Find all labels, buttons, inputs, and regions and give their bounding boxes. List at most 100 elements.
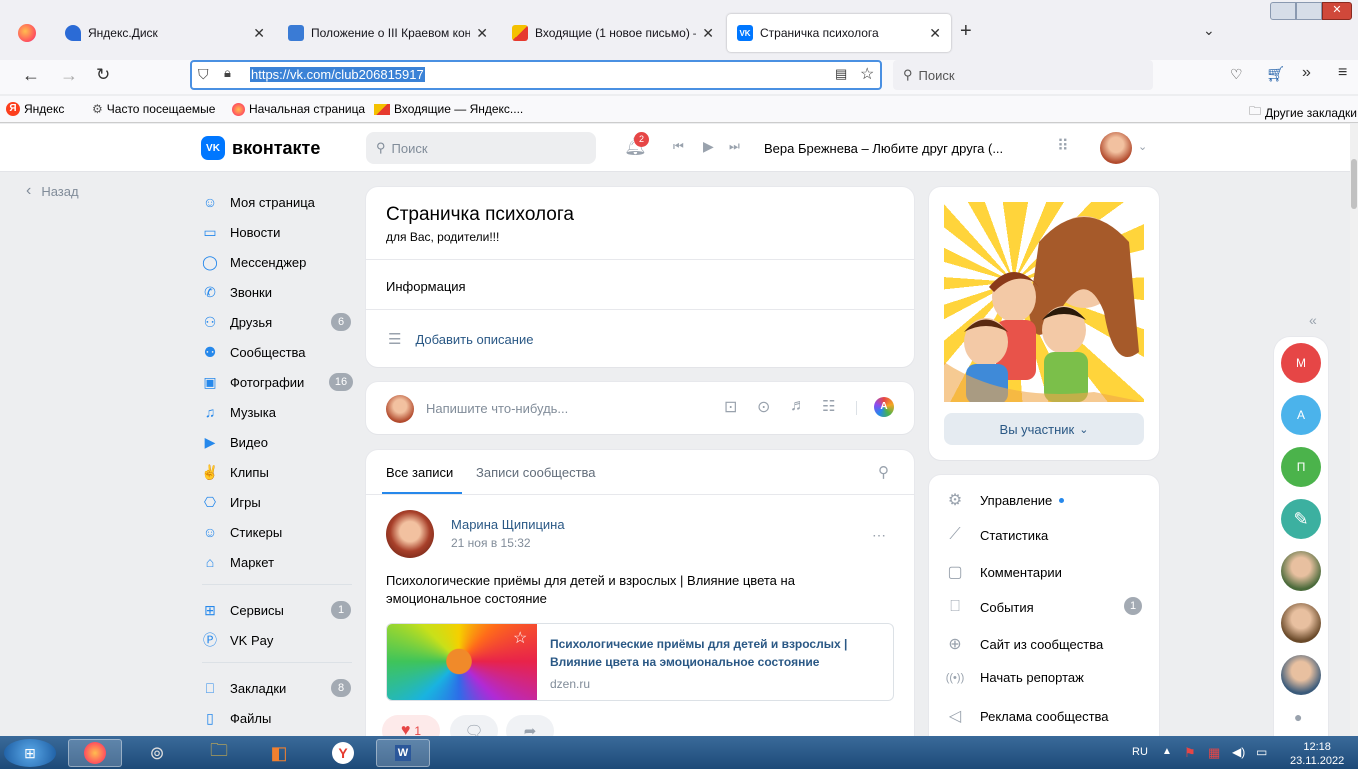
shield-icon[interactable]: ⛉ [198, 66, 209, 83]
music-icon[interactable]: ♬ [790, 397, 806, 415]
post-author-avatar[interactable] [386, 510, 434, 558]
sidebar-item-games[interactable]: ⎔ Игры [202, 490, 261, 514]
prev-track-icon[interactable]: ⏮ [673, 139, 684, 154]
taskbar-media[interactable]: ⊚ [130, 739, 184, 767]
player-track-title[interactable]: Вера Брежнева – Любите друг друга (... [764, 141, 1003, 156]
chat-bubble-m[interactable]: М [1281, 343, 1321, 383]
reload-icon[interactable]: ↻ [96, 65, 110, 85]
cart-icon[interactable]: 🛒︎ [1266, 65, 1285, 83]
url-bar[interactable]: ⛉ 🔒︎ https://vk.com/club206815917 ▤ ☆ [190, 60, 882, 90]
taskbar-yandex[interactable]: Y [316, 739, 370, 767]
lock-icon[interactable]: 🔒︎ [224, 65, 231, 81]
taskbar-player[interactable]: ◧ [252, 739, 306, 767]
sidebar-item-communities[interactable]: ⚉ Сообщества [202, 340, 306, 364]
link-title[interactable]: Психологические приёмы для детей и взрос… [550, 635, 880, 671]
new-tab-button[interactable]: + [960, 20, 972, 43]
sidebar-item-stickers[interactable]: ☺ Стикеры [202, 520, 282, 544]
taskbar-firefox[interactable] [68, 739, 122, 767]
tray-display-icon[interactable]: ▭ [1256, 745, 1267, 759]
tab-yandex-disk[interactable]: Яндекс.Диск ✕ [55, 14, 275, 52]
bookmark-other[interactable]: 🗀 Другие закладки [1249, 102, 1357, 123]
back-link[interactable]: ‹ Назад [26, 182, 79, 200]
bookmark-mail[interactable]: Входящие — Яндекс.... [374, 102, 523, 116]
sidebar-item-market[interactable]: ⌂ Маркет [202, 550, 274, 574]
sidebar-item-services[interactable]: ⊞ Сервисы [202, 598, 284, 622]
taskbar-explorer[interactable]: 🗀 [192, 739, 246, 767]
next-track-icon[interactable]: ⏭ [729, 139, 740, 154]
post-date[interactable]: 21 ноя в 15:32 [451, 536, 531, 550]
video-icon[interactable]: ⊙ [757, 397, 770, 417]
back-arrow-icon[interactable]: ← [22, 65, 40, 86]
chat-bubble-icon[interactable]: ✎ [1281, 499, 1321, 539]
star-icon[interactable]: ☆ [860, 64, 874, 84]
tab-vk-psychologist[interactable]: VK Страничка психолога ✕ [727, 14, 951, 52]
overflow-chevron-icon[interactable]: » [1302, 64, 1311, 82]
language-indicator[interactable]: RU [1132, 746, 1148, 758]
composer-input[interactable]: Напишите что-нибудь... [426, 401, 568, 416]
firefox-menu-icon[interactable] [18, 24, 36, 42]
forward-arrow-icon[interactable]: → [60, 65, 78, 86]
more-options-icon[interactable]: ⋯ [872, 527, 887, 544]
article-icon[interactable]: ☷ [822, 397, 835, 415]
scrollbar-thumb[interactable] [1351, 159, 1357, 209]
tray-network-icon[interactable]: ▦ [1208, 745, 1220, 761]
tray-flag-icon[interactable]: ⚑ [1184, 745, 1196, 761]
menu-item-manage[interactable]: ⚙ Управление [944, 490, 1065, 510]
sidebar-item-vkpay[interactable]: Ⓟ VK Pay [202, 628, 273, 652]
sidebar-item-news[interactable]: ▭ Новости [202, 220, 280, 244]
menu-item-broadcast[interactable]: ((•)) Начать репортаж [944, 670, 1084, 685]
menu-item-comments[interactable]: ▢ Комментарии [944, 562, 1061, 582]
start-button[interactable]: ⊞ [4, 739, 56, 767]
search-field[interactable]: ⚲ Поиск [893, 60, 1153, 90]
vk-logo[interactable]: VK вконтакте [201, 136, 320, 160]
reader-icon[interactable]: ▤ [835, 66, 847, 82]
apps-grid-icon[interactable]: ⠿ [1057, 136, 1069, 156]
sidebar-item-photos[interactable]: ▣ Фотографии [202, 370, 304, 394]
search-icon[interactable]: ⚲ [878, 463, 889, 481]
chevron-down-icon[interactable]: ⌄ [1138, 140, 1147, 153]
tray-arrow-icon[interactable]: ▲ [1162, 746, 1172, 757]
play-icon[interactable]: ▶ [703, 138, 714, 155]
close-icon[interactable]: ✕ [476, 25, 488, 42]
chat-bubble-a[interactable]: А [1281, 395, 1321, 435]
collapse-chats-icon[interactable]: « [1309, 312, 1317, 328]
bookmark-yandex[interactable]: Я Яндекс [6, 102, 64, 116]
chat-bubble-p[interactable]: П [1281, 447, 1321, 487]
close-window-button[interactable]: ✕ [1322, 2, 1352, 20]
menu-item-stats[interactable]: ⟋ Статистика [944, 526, 1048, 544]
info-heading[interactable]: Информация [386, 279, 466, 294]
clock[interactable]: 12:18 23.11.2022 [1290, 740, 1344, 768]
chat-avatar[interactable] [1281, 551, 1321, 591]
sidebar-item-bookmarks[interactable]: ⎕ Закладки [202, 676, 286, 700]
chat-avatar[interactable] [1281, 603, 1321, 643]
sidebar-item-files[interactable]: ▯ Файлы [202, 706, 271, 730]
sidebar-item-friends[interactable]: ⚇ Друзья [202, 310, 272, 334]
menu-icon[interactable]: ≡ [1338, 64, 1347, 82]
sidebar-item-clips[interactable]: ✌ Клипы [201, 460, 269, 484]
page-scrollbar[interactable] [1350, 124, 1358, 736]
bookmark-frequent[interactable]: ⚙ Часто посещаемые [92, 102, 215, 116]
close-icon[interactable]: ✕ [702, 25, 714, 42]
sidebar-item-calls[interactable]: ✆ Звонки [202, 280, 272, 304]
sidebar-item-messenger[interactable]: ◯ Мессенджер [202, 250, 306, 274]
minimize-button[interactable] [1270, 2, 1296, 20]
add-description-button[interactable]: ☰ Добавить описание [388, 330, 533, 348]
user-avatar[interactable] [1100, 132, 1132, 164]
menu-item-ads[interactable]: ◁ Реклама сообщества [944, 706, 1109, 726]
marusia-icon[interactable]: A [874, 397, 894, 417]
volume-icon[interactable]: ◀) [1232, 745, 1245, 759]
sidebar-item-my-page[interactable]: ☺ Моя страница [202, 190, 315, 214]
tab-list-chevron-icon[interactable]: ⌄ [1203, 22, 1215, 39]
post-author[interactable]: Марина Щипицина [451, 517, 565, 532]
tab-polozhenie[interactable]: Положение о III Краевом конк ✕ [278, 14, 498, 52]
sidebar-item-video[interactable]: ▶ Видео [202, 430, 268, 454]
vk-search-input[interactable]: ⚲ Поиск [366, 132, 596, 164]
tab-all-posts[interactable]: Все записи [386, 465, 453, 480]
menu-item-site[interactable]: ⊕ Сайт из сообщества [944, 634, 1103, 654]
close-icon[interactable]: ✕ [253, 25, 265, 42]
member-button[interactable]: Вы участник ⌄ [944, 413, 1144, 445]
close-icon[interactable]: ✕ [929, 25, 941, 42]
chat-avatar[interactable] [1281, 655, 1321, 695]
tab-yandex-mail[interactable]: Входящие (1 новое письмо) — ✕ [502, 14, 724, 52]
sidebar-item-music[interactable]: ♫ Музыка [202, 400, 276, 424]
